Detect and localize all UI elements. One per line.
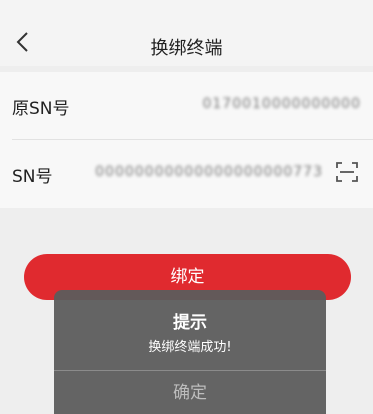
scan-button[interactable] (335, 160, 359, 184)
scan-icon (336, 162, 358, 182)
confirm-button[interactable]: 确定 (54, 378, 326, 403)
original-sn-row: 原SN号 0170010000000000 (0, 72, 373, 140)
original-sn-value: 0170010000000000 (202, 96, 361, 112)
sn-label: SN号 (12, 167, 53, 187)
sn-input[interactable]: 00000000000000000000773 (95, 164, 323, 180)
original-sn-label: 原SN号 (12, 99, 70, 119)
dialog-divider (54, 370, 326, 371)
dialog-message: 换绑终端成功! (148, 340, 232, 355)
page-title: 换绑终端 (150, 38, 223, 59)
dialog-title: 提示 (173, 313, 207, 333)
sn-form: 原SN号 0170010000000000 SN号 00000000000000… (0, 72, 373, 208)
sn-row: SN号 00000000000000000000773 (0, 140, 373, 208)
success-dialog: 提示 换绑终端成功! 确定 (54, 290, 326, 414)
navbar: 换绑终端 (0, 0, 373, 66)
